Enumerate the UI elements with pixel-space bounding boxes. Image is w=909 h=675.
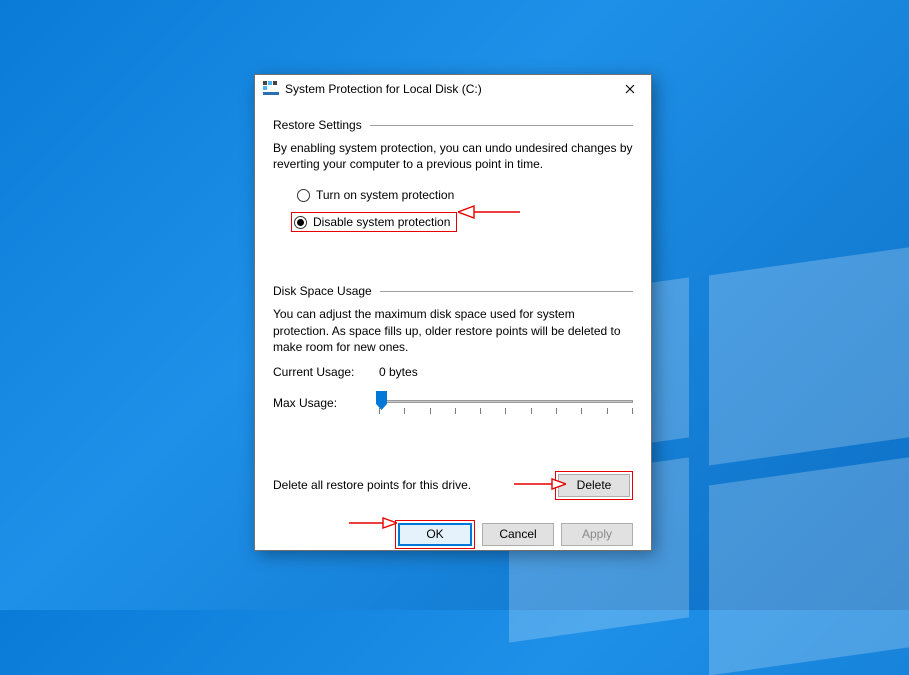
current-usage-value: 0 bytes [379, 365, 418, 379]
system-protection-dialog: System Protection for Local Disk (C:) Re… [254, 74, 652, 551]
disk-space-help: You can adjust the maximum disk space us… [273, 306, 633, 355]
delete-button[interactable]: Delete [558, 474, 630, 497]
restore-settings-help: By enabling system protection, you can u… [273, 140, 633, 172]
dialog-title: System Protection for Local Disk (C:) [285, 82, 609, 96]
radio-icon [294, 216, 307, 229]
radio-turn-on-protection[interactable]: Turn on system protection [293, 186, 633, 204]
restore-settings-heading: Restore Settings [273, 118, 633, 132]
close-button[interactable] [609, 75, 651, 103]
current-usage-label: Current Usage: [273, 365, 361, 379]
disk-space-heading: Disk Space Usage [273, 284, 633, 298]
radio-disable-label: Disable system protection [313, 215, 450, 229]
dialog-footer: OK Cancel Apply [273, 520, 633, 549]
radio-disable-protection[interactable]: Disable system protection [291, 212, 457, 232]
cancel-button[interactable]: Cancel [482, 523, 554, 546]
max-usage-slider[interactable] [379, 393, 633, 413]
apply-button[interactable]: Apply [561, 523, 633, 546]
titlebar: System Protection for Local Disk (C:) [255, 75, 651, 104]
radio-icon [297, 189, 310, 202]
max-usage-label: Max Usage: [273, 396, 361, 410]
delete-restore-points-text: Delete all restore points for this drive… [273, 478, 555, 492]
dialog-icon [263, 81, 279, 97]
close-icon [625, 84, 635, 94]
ok-button[interactable]: OK [398, 523, 472, 546]
disk-space-label: Disk Space Usage [273, 284, 372, 298]
restore-settings-label: Restore Settings [273, 118, 362, 132]
radio-turn-on-label: Turn on system protection [316, 188, 454, 202]
